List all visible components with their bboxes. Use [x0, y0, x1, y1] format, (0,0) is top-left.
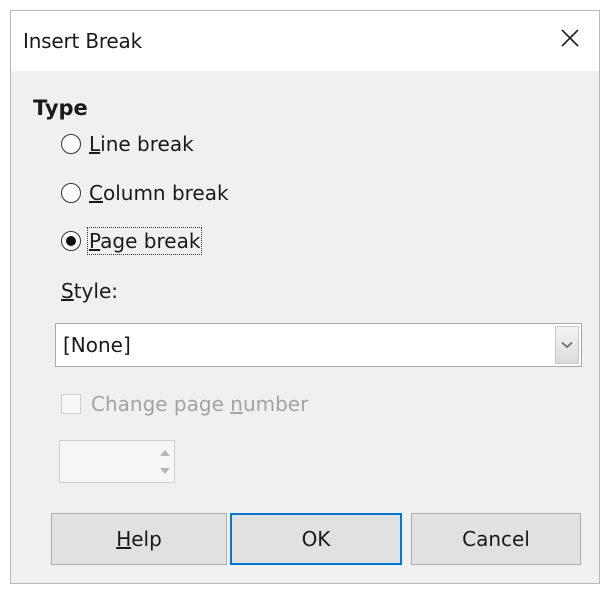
close-button[interactable] — [555, 23, 585, 53]
radio-line-break-indicator[interactable] — [61, 134, 81, 154]
page-number-spinbox[interactable] — [59, 440, 175, 483]
style-dropdown-value: [None] — [63, 333, 131, 357]
style-dropdown[interactable]: [None] — [55, 323, 582, 367]
label-rest: age break — [100, 229, 201, 253]
change-page-number-label: Change page number — [91, 392, 308, 416]
mnemonic: S — [61, 279, 74, 303]
cancel-button[interactable]: Cancel — [411, 513, 581, 565]
dropdown-arrow-button[interactable] — [555, 326, 579, 364]
label-rest: elp — [131, 527, 162, 551]
style-label: Style: — [61, 279, 118, 303]
mnemonic: n — [230, 392, 243, 416]
radio-column-break-label: Column break — [89, 181, 229, 205]
label-rest: tyle: — [73, 279, 118, 303]
radio-line-break-label: Line break — [89, 132, 194, 156]
radio-selected-dot — [65, 235, 76, 246]
label-rest: ine break — [100, 132, 194, 156]
title-bar: Insert Break — [11, 11, 599, 71]
type-group-label: Type — [33, 96, 88, 120]
mnemonic: P — [89, 229, 101, 253]
spin-buttons — [158, 444, 172, 480]
close-icon — [561, 29, 579, 47]
radio-page-break-label: Page break — [86, 227, 203, 255]
change-page-number-checkbox[interactable] — [61, 394, 81, 414]
spin-up-icon[interactable] — [160, 450, 170, 456]
mnemonic: C — [89, 181, 103, 205]
label-rest: olumn break — [102, 181, 229, 205]
chevron-down-icon — [561, 341, 573, 349]
spin-down-icon[interactable] — [160, 468, 170, 474]
label-rest: umber — [242, 392, 309, 416]
label-prefix: Change page — [91, 392, 231, 416]
dialog-title: Insert Break — [23, 29, 142, 53]
help-button[interactable]: Help — [51, 513, 227, 565]
radio-page-break[interactable]: Page break — [61, 223, 203, 259]
radio-column-break[interactable]: Column break — [61, 175, 229, 211]
mnemonic: H — [116, 527, 132, 551]
radio-column-break-indicator[interactable] — [61, 183, 81, 203]
ok-button[interactable]: OK — [230, 513, 402, 565]
change-page-number-row: Change page number — [61, 389, 308, 419]
insert-break-dialog: Insert Break Type Line break Column brea… — [10, 10, 600, 584]
radio-page-break-indicator[interactable] — [61, 231, 81, 251]
radio-line-break[interactable]: Line break — [61, 126, 194, 162]
mnemonic: L — [89, 132, 101, 156]
dialog-body: Type Line break Column break Page break … — [11, 71, 599, 583]
